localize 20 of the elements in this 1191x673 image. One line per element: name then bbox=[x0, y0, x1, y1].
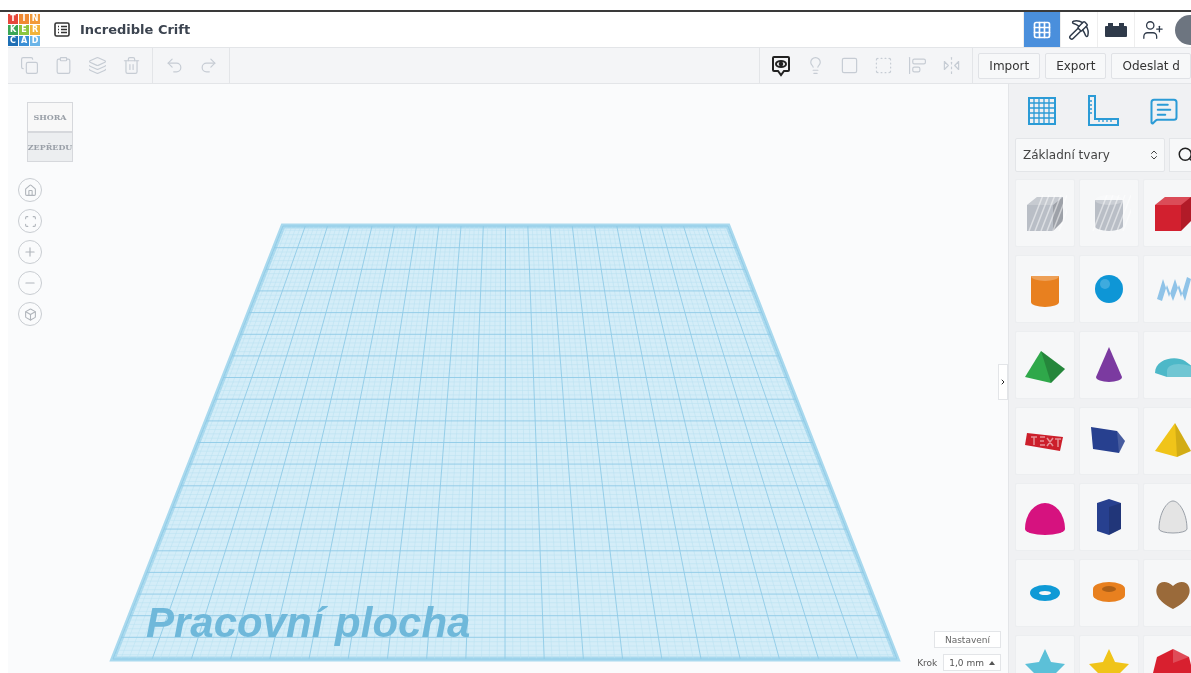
settings-button[interactable]: Nastavení bbox=[933, 631, 1001, 648]
project-title[interactable]: Incredible Crift bbox=[80, 22, 191, 37]
logo[interactable]: T I N K E R C A D bbox=[8, 13, 40, 46]
logo-tile: C bbox=[8, 35, 18, 46]
logo-tile: E bbox=[19, 24, 29, 35]
step-label: Krok bbox=[917, 657, 938, 668]
logo-tile: N bbox=[30, 13, 40, 24]
category-value: Základní tvary bbox=[1023, 148, 1110, 162]
toolbar-text-button[interactable]: Odeslat d bbox=[1111, 52, 1191, 79]
logo-tile: A bbox=[19, 35, 29, 46]
toolbar-text-button[interactable]: Import bbox=[978, 52, 1041, 79]
workplane-label: Pracovní plocha bbox=[146, 599, 471, 646]
step-select[interactable]: 1,0 mm bbox=[943, 654, 1001, 671]
logo-tile: R bbox=[30, 24, 40, 35]
logo-tile: I bbox=[19, 13, 29, 24]
toolbar-text-button[interactable]: Export bbox=[1045, 52, 1107, 79]
logo-tile: D bbox=[30, 35, 40, 46]
logo-tile: T bbox=[8, 13, 18, 24]
category-select[interactable]: Základní tvary bbox=[1015, 138, 1165, 172]
logo-tile: K bbox=[8, 24, 18, 35]
